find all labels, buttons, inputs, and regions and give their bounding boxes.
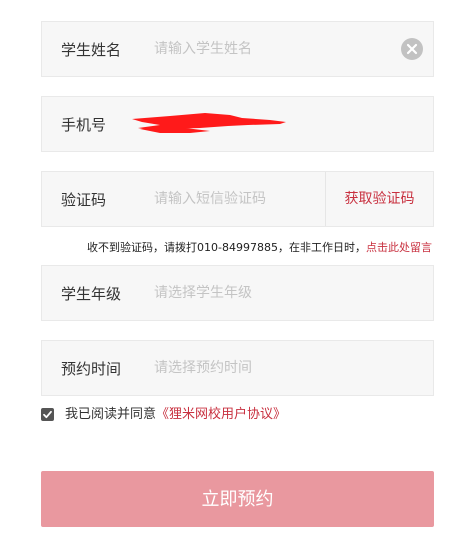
leave-message-link[interactable]: 点击此处留言 — [366, 241, 432, 254]
agreement-checkbox[interactable] — [41, 408, 54, 421]
student-name-label: 学生姓名 — [61, 41, 122, 59]
verification-code-field[interactable]: 验证码 请输入短信验证码 获取验证码 — [41, 171, 434, 227]
code-help-text: 收不到验证码，请拨打010-84997885，在非工作日时，点击此处留言 — [87, 239, 432, 255]
appointment-time-select[interactable]: 请选择预约时间 — [154, 341, 252, 397]
student-name-input[interactable]: 请输入学生姓名 — [154, 22, 252, 78]
agreement-text-wrap: 我已阅读并同意《狸米网校用户协议》 — [65, 406, 286, 424]
student-grade-select[interactable]: 请选择学生年级 — [154, 266, 252, 322]
agreement-text: 我已阅读并同意 — [65, 407, 157, 422]
appointment-time-field[interactable]: 预约时间 请选择预约时间 — [41, 340, 434, 396]
phone-field[interactable]: 手机号 — [41, 96, 434, 152]
verification-code-label: 验证码 — [61, 191, 107, 209]
phone-redaction — [130, 109, 290, 143]
student-grade-label: 学生年级 — [61, 285, 122, 303]
student-grade-field[interactable]: 学生年级 请选择学生年级 — [41, 265, 434, 321]
booking-form: 学生姓名 请输入学生姓名 手机号 验证码 请输入短信验证码 获取验证码 收不到验… — [0, 0, 473, 550]
student-name-field[interactable]: 学生姓名 请输入学生姓名 — [41, 21, 434, 77]
verification-code-input[interactable]: 请输入短信验证码 — [154, 172, 266, 228]
code-help-message: 收不到验证码，请拨打010-84997885，在非工作日时， — [87, 241, 366, 254]
close-circle-icon[interactable] — [401, 38, 423, 60]
phone-label: 手机号 — [61, 116, 107, 134]
appointment-time-label: 预约时间 — [61, 360, 122, 378]
user-agreement-link[interactable]: 《狸米网校用户协议》 — [156, 407, 286, 422]
get-code-button[interactable]: 获取验证码 — [326, 172, 433, 226]
submit-booking-button[interactable]: 立即预约 — [41, 471, 434, 527]
